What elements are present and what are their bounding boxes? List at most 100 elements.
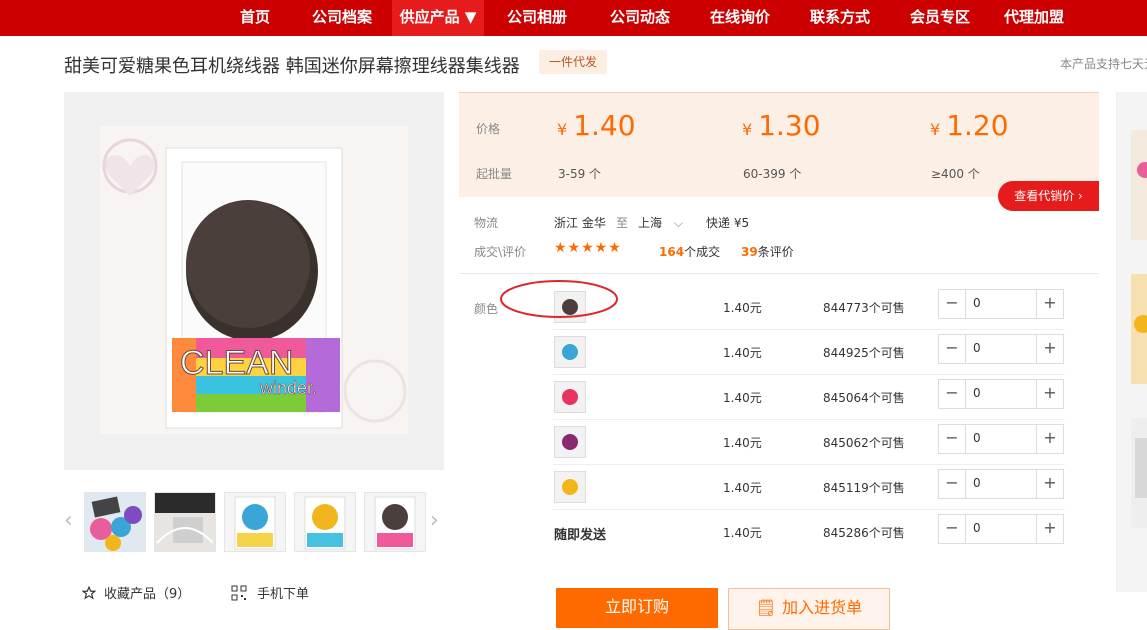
- variant-row-random: 随即发送 1.40元 845286个可售 −0 +: [553, 510, 1065, 555]
- thumbnail-1[interactable]: [84, 492, 146, 552]
- quantity-input[interactable]: 0: [973, 386, 981, 400]
- minus-button[interactable]: −: [939, 515, 966, 543]
- thumbnail-3[interactable]: [224, 492, 286, 552]
- variant-price: 1.40元: [723, 481, 762, 495]
- mobile-order-button[interactable]: 手机下单: [231, 583, 309, 602]
- variant-stock: 845119个可售: [823, 481, 905, 495]
- nav-member-zone[interactable]: 会员专区: [890, 0, 990, 36]
- variant-swatch-2[interactable]: [554, 336, 586, 368]
- qty-range-2: 60-399 个: [743, 167, 802, 181]
- nav-online-inquiry[interactable]: 在线询价: [690, 0, 790, 36]
- nav-agent-join[interactable]: 代理加盟: [990, 0, 1078, 36]
- random-variant-label: 随即发送: [554, 528, 607, 543]
- minus-button[interactable]: −: [939, 470, 966, 498]
- quantity-input[interactable]: 0: [973, 521, 981, 535]
- qty-range-1: 3-59 个: [558, 167, 602, 181]
- nav-home[interactable]: 首页: [218, 0, 292, 36]
- minus-button[interactable]: −: [939, 425, 966, 453]
- view-agent-price-button[interactable]: 查看代销价 ›: [998, 181, 1099, 211]
- thumbnail-2-image: [155, 493, 215, 551]
- recommend-item-2-image: [1131, 274, 1147, 384]
- variant-price: 1.40元: [723, 391, 762, 405]
- currency-symbol: ¥: [930, 120, 941, 139]
- thumbnail-1-image: [85, 493, 145, 551]
- quantity-stepper: −0 +: [938, 334, 1064, 364]
- ship-to-word: 至: [616, 216, 629, 230]
- recommend-item-1[interactable]: [1131, 130, 1147, 240]
- quantity-input[interactable]: 0: [973, 341, 981, 355]
- deals-count: 164: [659, 245, 685, 259]
- recommend-item-3-image: [1131, 418, 1147, 528]
- variant-row: 1.40元 844925个可售 −0 +: [553, 330, 1065, 375]
- package-text-winder: winder.: [259, 378, 317, 398]
- variant-stock: 845062个可售: [823, 436, 905, 450]
- thumbnail-3-image: [225, 493, 285, 551]
- quantity-input[interactable]: 0: [973, 431, 981, 445]
- min-qty-label: 起批量: [476, 167, 513, 181]
- variant-price: 1.40元: [723, 436, 762, 450]
- minus-button[interactable]: −: [939, 380, 966, 408]
- variant-row: 1.40元 845064个可售 −0 +: [553, 375, 1065, 420]
- thumbnail-4-image: [295, 493, 355, 551]
- recommend-item-1-image: [1131, 130, 1147, 240]
- recommend-item-3[interactable]: [1131, 418, 1147, 528]
- thumbnail-5[interactable]: [364, 492, 426, 552]
- review-count-label: 条评价: [757, 245, 794, 259]
- quantity-input[interactable]: 0: [973, 476, 981, 490]
- plus-button[interactable]: +: [1036, 290, 1063, 318]
- deals-count-link[interactable]: 164个成交: [659, 243, 720, 260]
- thumbnail-5-image: [365, 493, 425, 551]
- ship-from: 浙江 金华: [554, 216, 606, 230]
- recommend-item-2[interactable]: [1131, 274, 1147, 384]
- review-count: 39: [741, 245, 758, 259]
- variant-swatch-5[interactable]: [554, 471, 586, 503]
- favorite-product-button[interactable]: 收藏产品（9）: [81, 583, 190, 602]
- variant-stock: 844925个可售: [823, 346, 905, 360]
- variant-stock: 845286个可售: [823, 526, 905, 540]
- price-box: 价格 起批量 ¥1.40 ¥1.30 ¥1.20 3-59 个 60-399 个…: [459, 92, 1099, 197]
- variant-swatch-4[interactable]: [554, 426, 586, 458]
- main-image-panel: CLEAN winder.: [64, 92, 444, 470]
- thumbnail-2[interactable]: [154, 492, 216, 552]
- shipping-fee: 快递 ¥5: [706, 216, 750, 230]
- variant-stock: 844773个可售: [823, 301, 905, 315]
- nav-company-album[interactable]: 公司相册: [484, 0, 590, 36]
- nav-company-news[interactable]: 公司动态: [590, 0, 690, 36]
- quantity-input[interactable]: 0: [973, 296, 981, 310]
- return-policy-note: 本产品支持七天无: [1060, 57, 1147, 71]
- plus-button[interactable]: +: [1036, 335, 1063, 363]
- main-product-image[interactable]: CLEAN winder.: [100, 126, 408, 434]
- plus-button[interactable]: +: [1036, 380, 1063, 408]
- ship-to-city: 上海: [638, 216, 663, 230]
- nav-company-profile[interactable]: 公司档案: [292, 0, 392, 36]
- minus-button[interactable]: −: [939, 335, 966, 363]
- plus-button[interactable]: +: [1036, 425, 1063, 453]
- logistics-label: 物流: [474, 216, 499, 230]
- review-count-link[interactable]: 39条评价: [741, 243, 794, 260]
- package-text-clean: CLEAN: [180, 344, 293, 382]
- rating-stars-icon: ★★★★★: [554, 240, 622, 256]
- thumbnail-4[interactable]: [294, 492, 356, 552]
- nav-supply-products[interactable]: 供应产品 ▼: [392, 0, 484, 36]
- product-title: 甜美可爱糖果色耳机绕线器 韩国迷你屏幕擦理线器集线器: [64, 56, 520, 77]
- quantity-stepper: −0 +: [938, 514, 1064, 544]
- chevron-down-icon: ⌵: [673, 216, 683, 230]
- buy-now-button[interactable]: 立即订购: [556, 588, 718, 628]
- thumbnail-next-icon[interactable]: ›: [430, 508, 439, 533]
- plus-button[interactable]: +: [1036, 470, 1063, 498]
- variant-swatch-3[interactable]: [554, 381, 586, 413]
- quantity-stepper: −0 +: [938, 424, 1064, 454]
- nav-contact[interactable]: 联系方式: [790, 0, 890, 36]
- variant-row: 1.40元 845062个可售 −0 +: [553, 420, 1065, 465]
- qr-code-icon: [231, 585, 247, 601]
- price-tier-3: ¥1.20: [930, 109, 1009, 142]
- plus-button[interactable]: +: [1036, 515, 1063, 543]
- thumbnail-prev-icon[interactable]: ‹: [64, 508, 73, 533]
- minus-button[interactable]: −: [939, 290, 966, 318]
- variant-color-dot: [562, 389, 578, 405]
- product-photo: CLEAN winder.: [100, 126, 408, 434]
- quantity-stepper: −0 +: [938, 289, 1064, 319]
- ship-to-selector[interactable]: 上海 ⌵: [638, 214, 683, 231]
- price-tier-1: ¥1.40: [557, 109, 636, 142]
- add-to-cart-button[interactable]: 🗒 加入进货单: [728, 588, 890, 630]
